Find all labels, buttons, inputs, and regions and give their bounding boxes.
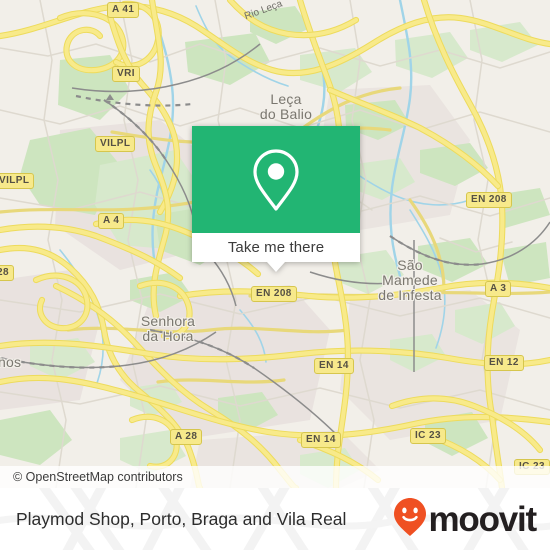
map-attribution: © OpenStreetMap contributors <box>0 466 550 488</box>
road-shield: VILPL <box>95 136 136 152</box>
road-shield: EN 14 <box>314 358 354 374</box>
road-shield: EN 12 <box>484 355 524 371</box>
take-me-there-button[interactable]: Take me there <box>192 233 360 262</box>
road-shield: IC 23 <box>410 428 446 444</box>
road-shield: A 41 <box>107 2 140 18</box>
map-place-label: hos <box>0 354 22 370</box>
map-place-label: Leça do Balio <box>259 91 313 122</box>
map-place-label: Senhora da Hora <box>140 313 196 344</box>
road-shield: A 4 <box>98 213 125 229</box>
attribution-text: © OpenStreetMap contributors <box>13 470 183 484</box>
road-shield: 28 <box>0 265 14 281</box>
road-shield: A 28 <box>170 429 203 445</box>
popup-pin-area <box>192 126 360 233</box>
moovit-smiling-pin-icon <box>393 497 427 542</box>
map-screenshot: .wtr { fill:none; stroke:#a0d4e8; stroke… <box>0 0 550 550</box>
moovit-logo[interactable]: moovit <box>393 497 537 542</box>
moovit-wordmark: moovit <box>428 499 537 539</box>
road-shield: VRI <box>112 66 140 82</box>
footer-bar: Playmod Shop, Porto, Braga and Vila Real… <box>0 488 550 550</box>
road-shield: EN 208 <box>466 192 512 208</box>
map-canvas[interactable]: .wtr { fill:none; stroke:#a0d4e8; stroke… <box>0 0 550 488</box>
take-me-there-label: Take me there <box>227 239 325 256</box>
popup-pointer-tail <box>267 262 285 272</box>
page-title: Playmod Shop, Porto, Braga and Vila Real <box>16 508 347 529</box>
location-pin-icon <box>250 147 302 213</box>
road-shield: EN 208 <box>251 286 297 302</box>
road-shield: EN 14 <box>301 432 341 448</box>
road-shield: VILPL <box>0 173 35 189</box>
location-popup-card[interactable]: Take me there <box>192 126 360 272</box>
road-shield: A 3 <box>485 281 512 297</box>
map-place-label: São Mamede de Infesta <box>378 257 442 303</box>
